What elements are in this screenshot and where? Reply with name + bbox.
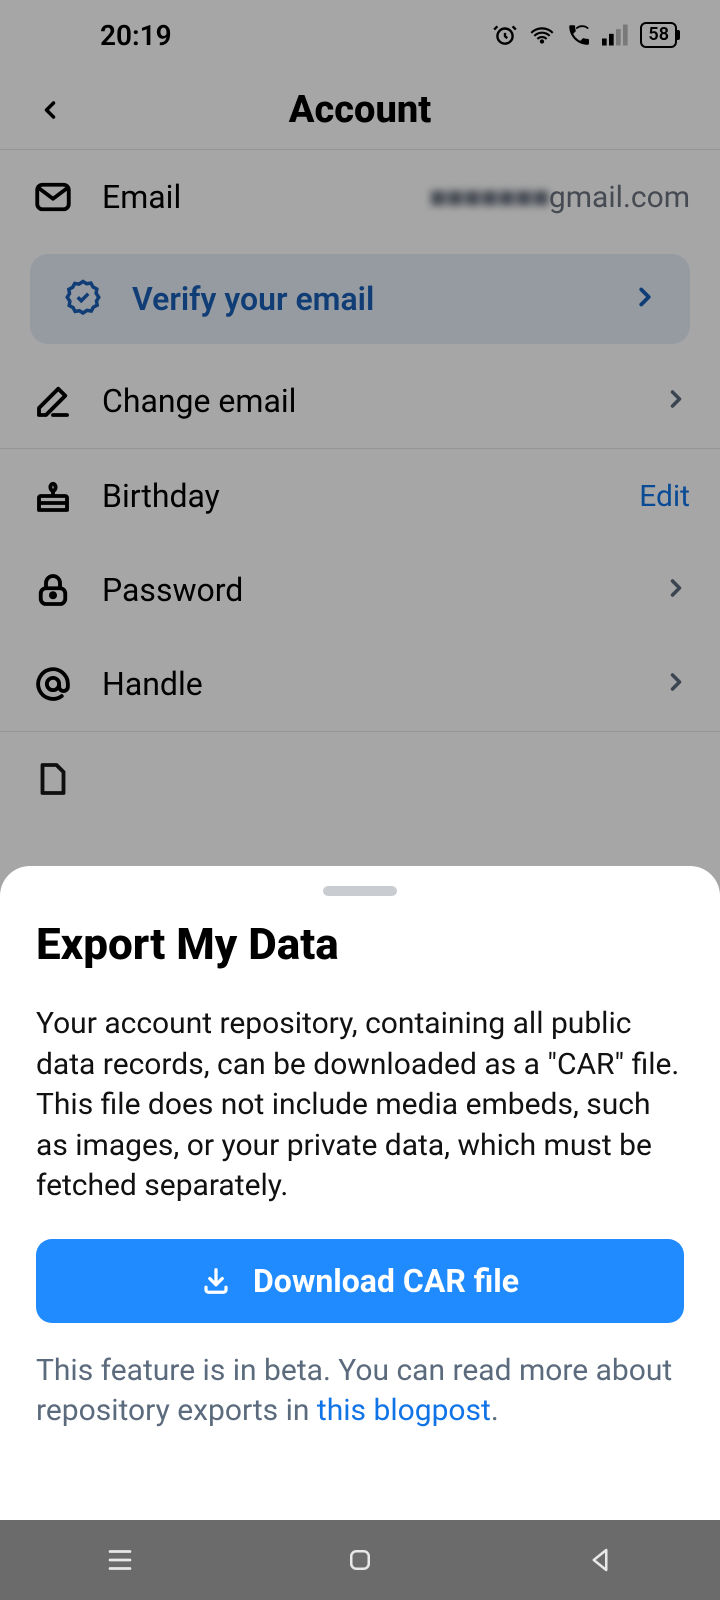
sheet-note: This feature is in beta. You can read mo… [36, 1351, 684, 1432]
nav-home-button[interactable] [335, 1535, 385, 1585]
sheet-body-text: Your account repository, containing all … [36, 1004, 684, 1207]
blogpost-link[interactable]: this blogpost [317, 1393, 491, 1428]
download-icon [201, 1266, 231, 1296]
nav-recent-button[interactable] [95, 1535, 145, 1585]
system-nav-bar [0, 1520, 720, 1600]
export-data-sheet: Export My Data Your account repository, … [0, 866, 720, 1600]
sheet-drag-handle[interactable] [323, 886, 397, 896]
nav-back-button[interactable] [575, 1535, 625, 1585]
download-car-button[interactable]: Download CAR file [36, 1239, 684, 1323]
download-car-label: Download CAR file [253, 1262, 519, 1300]
sheet-title: Export My Data [36, 918, 684, 970]
